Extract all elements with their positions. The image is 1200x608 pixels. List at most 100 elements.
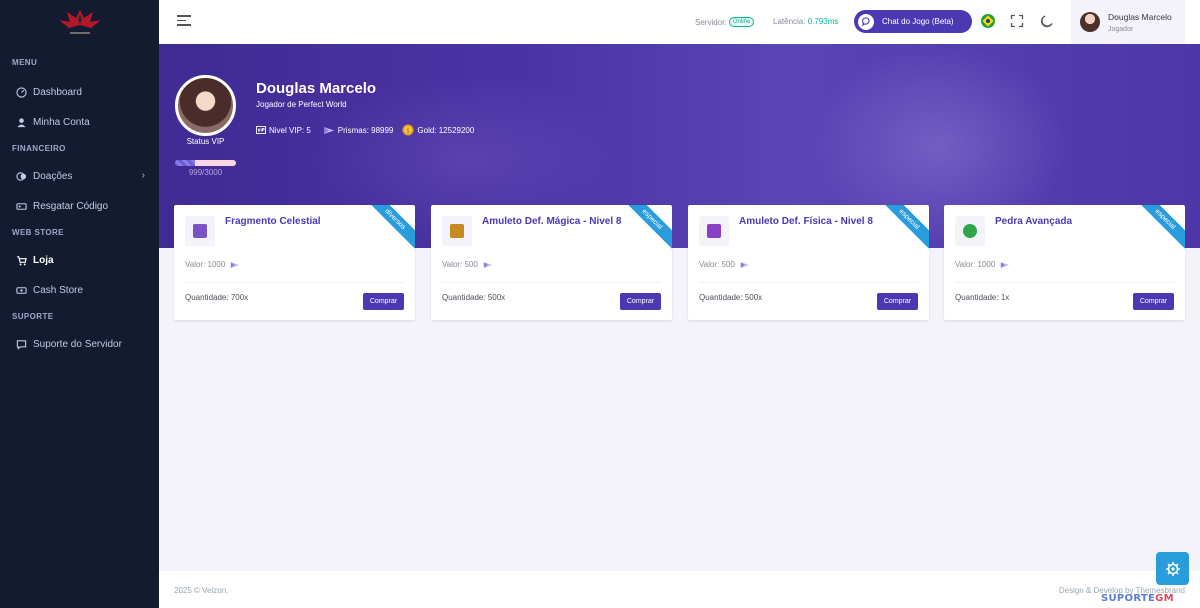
sidebar-item-label: Minha Conta [33,116,90,128]
divider [185,282,404,283]
prismas-text: Prismas: 98999 [337,125,394,135]
chat-button[interactable]: Chat do Jogo (Beta) [854,10,972,33]
settings-button[interactable] [1156,552,1189,585]
sidebar-item-cash-store[interactable]: Cash Store [0,275,159,305]
divider [955,282,1174,283]
user-name: Douglas Marcelo [1108,11,1172,22]
item-price: Valor: 500 [442,260,493,269]
item-name[interactable]: Amuleto Def. Mágica - Nivel 8 [482,216,621,227]
sidebar-item-loja[interactable]: Loja [0,245,159,275]
item-quantity: Quantidade: 700x [185,293,249,302]
vip-progress-bar [175,160,236,166]
buy-button[interactable]: Comprar [877,293,918,310]
sidebar-item-suporte-servidor[interactable]: Suporte do Servidor [0,329,159,359]
section-title-menu: MENU [12,58,38,67]
divider [442,282,661,283]
sidebar-item-label: Doações [33,170,73,182]
chat-button-label: Chat do Jogo (Beta) [882,17,954,26]
item-ribbon: especial [1134,205,1185,250]
speedometer-icon [15,86,27,98]
item-icon [963,224,977,238]
item-icon [450,224,464,238]
buy-button[interactable]: Comprar [363,293,404,310]
message-icon [15,338,27,350]
item-price-text: Valor: 500 [442,260,478,269]
sidebar-item-label: Cash Store [33,284,84,296]
item-name[interactable]: Pedra Avançada [995,216,1072,227]
divider [699,282,918,283]
watermark-text-1: SUPORTE [1101,593,1156,604]
footer-copyright: 2025 © Velzon. [174,586,229,595]
topbar: Servidor: Online Latência: 0.793ms Chat … [159,0,1200,44]
server-status: Servidor: Online [695,17,755,27]
prism-icon [231,261,240,268]
sidebar-item-resgatar-codigo[interactable]: Resgatar Código [0,191,159,221]
item-thumbnail [185,216,215,246]
sidebar: MENU Dashboard Minha Conta FINANCEIRO Do… [0,0,159,608]
gear-icon [1165,561,1180,576]
watermark: SUPORTEGM [1101,593,1174,604]
chat-bubble-icon [858,13,874,30]
buy-button[interactable]: Comprar [620,293,661,310]
store-item-card: Fragmento Celestial diversos Valor: 1000… [174,205,415,320]
section-title-webstore: WEB STORE [12,228,64,237]
cart-icon [15,254,27,266]
buy-button[interactable]: Comprar [1133,293,1174,310]
item-quantity: Quantidade: 1x [955,293,1010,302]
vip-icon [256,126,266,134]
prismas-stat: Prismas: 98999 [323,125,394,135]
item-quantity: Quantidade: 500x [442,293,506,302]
money-icon [15,284,27,296]
item-price-text: Valor: 500 [699,260,735,269]
prism-icon [1001,261,1010,268]
status-badge: Online [729,17,755,27]
item-ribbon: especial [621,205,672,250]
sidebar-item-label: Suporte do Servidor [33,338,122,350]
avatar [1080,12,1100,32]
vip-progress-text: 999/3000 [188,168,223,177]
profile-name: Douglas Marcelo [256,80,377,97]
logo[interactable] [0,0,159,44]
item-ribbon: diversos [364,205,415,250]
section-title-suporte: SUPORTE [12,312,54,321]
profile-subtitle: Jogador de Perfect World [256,100,347,109]
gold-stat: $ Gold: 12529200 [402,124,474,136]
user-menu[interactable]: Douglas Marcelo Jogador [1071,0,1185,44]
coins-icon [15,170,27,182]
sidebar-item-minha-conta[interactable]: Minha Conta [0,107,159,137]
item-price-text: Valor: 1000 [955,260,996,269]
profile-avatar [175,75,236,136]
sidebar-item-dashboard[interactable]: Dashboard [0,77,159,107]
moon-icon[interactable] [1040,14,1054,28]
store-item-card: Amuleto Def. Física - Nivel 8 especial V… [688,205,929,320]
latency-value: 0.793ms [807,17,839,26]
vip-progress-fill [175,160,196,166]
status-vip-label: Status VIP [186,137,225,146]
watermark-text-2: GM [1155,593,1174,604]
item-ribbon: especial [878,205,929,250]
item-name[interactable]: Amuleto Def. Física - Nivel 8 [739,216,873,227]
ticket-icon [15,200,27,212]
store-item-card: Pedra Avançada especial Valor: 1000 Quan… [944,205,1185,320]
latency-label: Latência: [773,17,806,26]
item-thumbnail [955,216,985,246]
section-title-financeiro: FINANCEIRO [12,144,66,153]
sidebar-item-label: Dashboard [33,86,82,98]
brazil-flag-icon[interactable] [981,14,995,28]
fullscreen-icon[interactable] [1010,14,1024,28]
sidebar-item-label: Loja [33,254,54,266]
sidebar-item-doacoes[interactable]: Doações › [0,161,159,191]
prism-icon [323,126,334,134]
item-price: Valor: 1000 [955,260,1010,269]
vip-level-text: Nivel VIP: 5 [269,125,311,135]
item-thumbnail [699,216,729,246]
prism-icon [483,261,493,268]
server-label: Servidor: [695,17,728,27]
prism-icon [740,261,750,268]
item-name[interactable]: Fragmento Celestial [225,216,321,227]
item-icon [707,224,721,238]
item-price: Valor: 1000 [185,260,240,269]
hamburger-menu-icon[interactable] [177,15,191,27]
vip-level-stat: Nivel VIP: 5 [256,126,311,135]
item-price-text: Valor: 1000 [185,260,226,269]
